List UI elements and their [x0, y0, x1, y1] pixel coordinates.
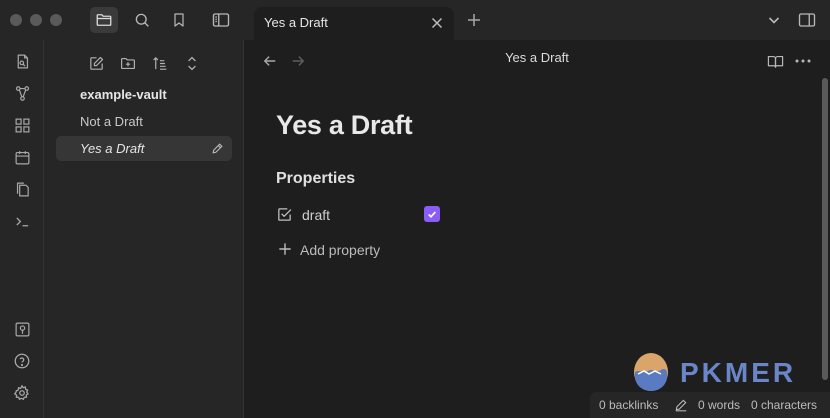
- calendar-icon: [14, 149, 31, 166]
- backlinks-count[interactable]: 0 backlinks: [599, 398, 658, 412]
- checkbox-property-icon[interactable]: [276, 206, 293, 223]
- file-item-active[interactable]: Yes a Draft: [56, 136, 232, 161]
- daily-note-button[interactable]: [11, 146, 33, 168]
- canvas-button[interactable]: [11, 114, 33, 136]
- open-vault-button[interactable]: [11, 318, 33, 340]
- property-name[interactable]: draft: [302, 207, 330, 223]
- property-checkbox[interactable]: [424, 206, 440, 222]
- help-icon: [13, 352, 31, 370]
- file-item-label: Yes a Draft: [80, 141, 145, 156]
- switcher-icon: [14, 53, 31, 70]
- plus-icon: [278, 242, 292, 256]
- canvas-icon: [14, 117, 31, 134]
- pencil-icon: [211, 142, 224, 155]
- vault-name[interactable]: example-vault: [80, 87, 167, 102]
- more-options-icon: [795, 59, 811, 63]
- collapse-icon: [185, 55, 199, 72]
- reading-view-button[interactable]: [765, 51, 785, 71]
- close-tab-button[interactable]: [428, 14, 446, 32]
- search-icon: [133, 11, 151, 29]
- chevron-down-icon: [767, 13, 781, 27]
- graph-icon: [14, 85, 31, 102]
- search-button[interactable]: [128, 7, 156, 33]
- editor-tab[interactable]: Yes a Draft: [254, 7, 454, 40]
- help-button[interactable]: [11, 350, 33, 372]
- watermark-text: PKMER: [680, 357, 797, 388]
- minimize-window-button[interactable]: [30, 14, 42, 26]
- templates-button[interactable]: [11, 178, 33, 200]
- new-note-icon: [88, 55, 105, 72]
- files-icon: [95, 11, 113, 29]
- tab-title: Yes a Draft: [264, 15, 328, 30]
- word-count: 0 words: [698, 398, 741, 412]
- bookmarks-button[interactable]: [165, 7, 193, 33]
- property-row: draft: [276, 204, 446, 226]
- toggle-left-sidebar-button[interactable]: [207, 7, 235, 33]
- tab-list-button[interactable]: [760, 7, 788, 33]
- settings-icon: [13, 384, 31, 402]
- status-bar: 0 backlinks 0 words 0 characters: [590, 392, 830, 418]
- terminal-icon: [14, 213, 31, 230]
- title-bar: Yes a Draft: [0, 0, 830, 40]
- maximize-window-button[interactable]: [50, 14, 62, 26]
- quick-switcher-button[interactable]: [11, 50, 33, 72]
- reading-view-icon: [767, 54, 784, 69]
- close-window-button[interactable]: [10, 14, 22, 26]
- new-folder-button[interactable]: [117, 52, 139, 74]
- scrollbar[interactable]: [822, 78, 828, 380]
- add-property-label: Add property: [300, 242, 381, 258]
- plus-icon: [466, 12, 482, 28]
- properties-heading[interactable]: Properties: [276, 170, 355, 188]
- close-icon: [431, 17, 443, 29]
- file-explorer-toggle[interactable]: [90, 7, 118, 33]
- sidebar-left-icon: [212, 12, 230, 28]
- vault-icon: [14, 321, 31, 338]
- pencil-icon[interactable]: [674, 398, 688, 412]
- bookmark-icon: [171, 11, 187, 29]
- pkmer-logo-icon: [630, 350, 672, 392]
- sort-icon: [151, 55, 169, 72]
- collapse-all-button[interactable]: [181, 52, 203, 74]
- ribbon: [0, 40, 44, 418]
- character-count: 0 characters: [751, 398, 818, 412]
- file-explorer: example-vault Not a Draft Yes a Draft: [44, 40, 244, 418]
- sort-button[interactable]: [149, 52, 171, 74]
- view-header-title[interactable]: Yes a Draft: [244, 50, 830, 65]
- file-item-label: Not a Draft: [80, 114, 143, 129]
- new-folder-icon: [119, 55, 137, 72]
- pkmer-watermark: PKMER: [628, 350, 813, 394]
- file-item[interactable]: Not a Draft: [56, 109, 232, 134]
- new-tab-button[interactable]: [460, 7, 488, 33]
- inline-title[interactable]: Yes a Draft: [276, 110, 413, 141]
- toggle-right-sidebar-button[interactable]: [793, 7, 821, 33]
- graph-view-button[interactable]: [11, 82, 33, 104]
- new-note-button[interactable]: [85, 52, 107, 74]
- more-options-button[interactable]: [793, 51, 813, 71]
- terminal-button[interactable]: [11, 210, 33, 232]
- sidebar-right-icon: [798, 12, 816, 28]
- settings-button[interactable]: [11, 382, 33, 404]
- templates-icon: [14, 181, 31, 198]
